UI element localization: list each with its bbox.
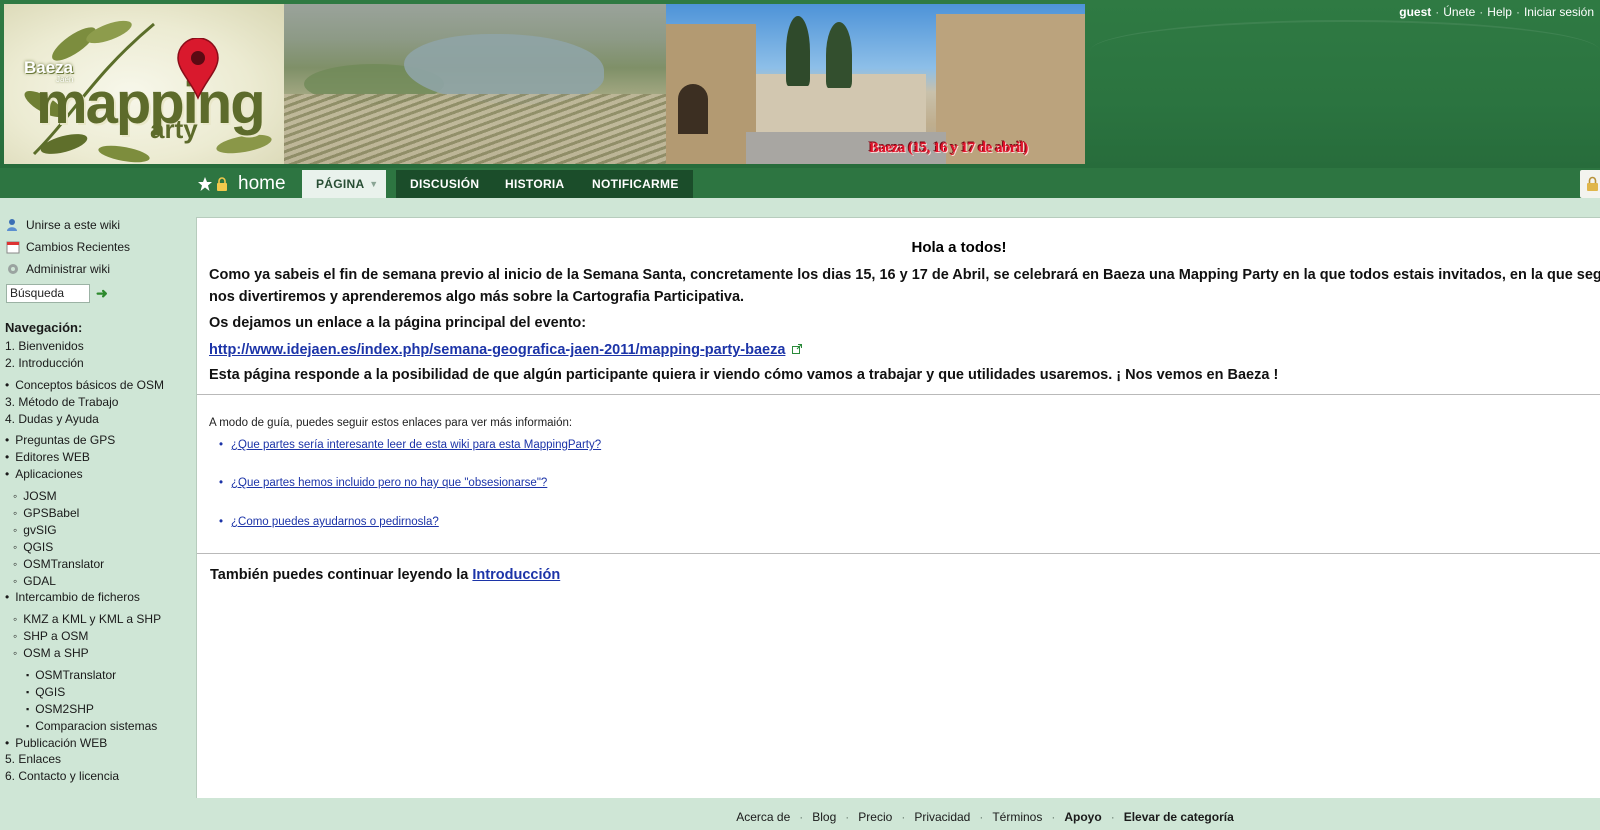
footer-link-elevar[interactable]: Elevar de categoría bbox=[1124, 810, 1234, 824]
banner-caption: Baeza (15, 16 y 17 de abril) bbox=[869, 140, 1028, 156]
nav-item-intercambio[interactable]: Intercambio de ficheros bbox=[0, 589, 192, 606]
calendar-icon bbox=[6, 241, 20, 254]
nav-item-osm-shp[interactable]: OSM a SHP bbox=[0, 645, 192, 662]
user-add-icon bbox=[7, 219, 17, 231]
nav-item-bienvenidos[interactable]: 1. Bienvenidos bbox=[0, 338, 192, 355]
footer-link-acerca[interactable]: Acerca de bbox=[736, 810, 790, 824]
tab-pagina-label: PÁGINA bbox=[316, 177, 365, 191]
nav-item-enlaces[interactable]: 5. Enlaces bbox=[0, 751, 192, 768]
nav-item-josm[interactable]: JOSM bbox=[0, 488, 192, 505]
nav-item-kmz-kml[interactable]: KMZ a KML y KML a SHP bbox=[0, 611, 192, 628]
continue-reading: También puedes continuar leyendo la Intr… bbox=[210, 567, 560, 583]
nav-list: 1. Bienvenidos 2. Introducción Conceptos… bbox=[0, 338, 192, 785]
nav-item-gvsig[interactable]: gvSIG bbox=[0, 522, 192, 539]
footer-link-blog[interactable]: Blog bbox=[812, 810, 836, 824]
nav-item-conceptos[interactable]: Conceptos básicos de OSM bbox=[0, 377, 192, 394]
nav-item-preguntas-gps[interactable]: Preguntas de GPS bbox=[0, 432, 192, 449]
continue-reading-text: También puedes continuar leyendo la bbox=[210, 567, 473, 583]
tab-historia[interactable]: HISTORIA bbox=[491, 170, 579, 198]
divider bbox=[197, 394, 1600, 395]
lagoon-photo bbox=[284, 4, 666, 164]
page-title: Hola a todos! bbox=[911, 239, 1007, 256]
chevron-down-icon: ▼ bbox=[369, 179, 379, 189]
nav-item-contacto[interactable]: 6. Contacto y licencia bbox=[0, 768, 192, 785]
admin-wiki-label: Administrar wiki bbox=[26, 262, 111, 276]
nav-item-gdal[interactable]: GDAL bbox=[0, 573, 192, 590]
tab-pagina[interactable]: PÁGINA ▼ bbox=[302, 170, 387, 198]
help-link[interactable]: Help bbox=[1487, 5, 1512, 19]
map-pin-icon bbox=[177, 38, 219, 100]
padlock-icon bbox=[1587, 176, 1598, 191]
footer-link-terminos[interactable]: Términos bbox=[992, 810, 1042, 824]
nav-item-metodo[interactable]: 3. Método de Trabajo bbox=[0, 394, 192, 411]
nav-item-comparacion[interactable]: Comparacion sistemas bbox=[0, 718, 192, 735]
nav-heading: Navegación: bbox=[5, 320, 83, 335]
search-row: ➜ bbox=[0, 282, 192, 304]
nav-item-qgis[interactable]: QGIS bbox=[0, 539, 192, 556]
divider bbox=[197, 553, 1600, 554]
tab-notificarme[interactable]: NOTIFICARME bbox=[578, 170, 693, 198]
search-go-arrow-icon[interactable]: ➜ bbox=[96, 285, 108, 302]
nav-item-osmtranslator[interactable]: OSMTranslator bbox=[0, 556, 192, 573]
star-icon[interactable] bbox=[198, 177, 212, 191]
tab-discusion[interactable]: DISCUSIÓN bbox=[396, 170, 494, 198]
nav-item-gpsbabel[interactable]: GPSBabel bbox=[0, 505, 192, 522]
nav-item-osm2shp[interactable]: OSM2SHP bbox=[0, 701, 192, 718]
guide-intro: A modo de guía, puedes seguir estos enla… bbox=[209, 417, 573, 429]
site-header: Baeza Jaén mapping arty Baeza (15, 16 y … bbox=[0, 0, 1600, 168]
join-link[interactable]: Únete bbox=[1443, 5, 1475, 19]
logo-party-text: arty bbox=[150, 114, 198, 144]
footer: Acerca de · Blog · Precio · Privacidad · Término… bbox=[736, 810, 1234, 824]
nav-item-publicacion-web[interactable]: Publicación WEB bbox=[0, 735, 192, 752]
sidebar: Unirse a este wiki Cambios Recientes Adm… bbox=[0, 214, 192, 785]
nav-item-editores-web[interactable]: Editores WEB bbox=[0, 449, 192, 466]
intro-paragraph-line1: Como ya sabeis el fin de semana previo a… bbox=[209, 267, 1600, 283]
event-link[interactable]: http://www.idejaen.es/index.php/semana-g… bbox=[209, 342, 785, 358]
page-content: Hola a todos! Como ya sabeis el fin de s… bbox=[196, 217, 1600, 798]
join-wiki-link[interactable]: Unirse a este wiki bbox=[0, 214, 192, 236]
gear-icon bbox=[8, 264, 18, 274]
header-banner[interactable]: Baeza Jaén mapping arty Baeza (15, 16 y … bbox=[4, 4, 1085, 164]
user-links: guest · Únete · Help · Iniciar sesión bbox=[1399, 5, 1594, 19]
guide-link-obsesionarse[interactable]: ¿Que partes hemos incluido pero no hay q… bbox=[219, 477, 547, 489]
site-home[interactable]: home bbox=[198, 173, 286, 195]
signin-link[interactable]: Iniciar sesión bbox=[1524, 5, 1594, 19]
recent-changes-link[interactable]: Cambios Recientes bbox=[0, 236, 192, 258]
footer-link-apoyo[interactable]: Apoyo bbox=[1064, 810, 1101, 824]
purpose-paragraph: Esta página responde a la posibilidad de… bbox=[209, 367, 1279, 383]
nav-item-osmtranslator-2[interactable]: OSMTranslator bbox=[0, 667, 192, 684]
admin-wiki-link[interactable]: Administrar wiki bbox=[0, 258, 192, 280]
nav-item-shp-osm[interactable]: SHP a OSM bbox=[0, 628, 192, 645]
event-link-intro: Os dejamos un enlace a la página princip… bbox=[209, 315, 587, 331]
nav-item-qgis-2[interactable]: QGIS bbox=[0, 684, 192, 701]
recent-changes-label: Cambios Recientes bbox=[26, 240, 131, 254]
home-link[interactable]: home bbox=[238, 173, 286, 195]
footer-link-privacidad[interactable]: Privacidad bbox=[914, 810, 970, 824]
join-wiki-label: Unirse a este wiki bbox=[26, 218, 121, 232]
introduccion-link[interactable]: Introducción bbox=[472, 567, 560, 583]
nav-item-introduccion[interactable]: 2. Introducción bbox=[0, 355, 192, 372]
page-toolbar: home PÁGINA ▼ DISCUSIÓN HISTORIA NOTIFICA… bbox=[0, 168, 1600, 198]
footer-link-precio[interactable]: Precio bbox=[858, 810, 892, 824]
intro-paragraph-line2: nos divertiremos y aprenderemos algo más… bbox=[209, 289, 745, 305]
page-lock-tab[interactable] bbox=[1580, 170, 1600, 198]
guide-link-interesting[interactable]: ¿Que partes sería interesante leer de es… bbox=[219, 439, 601, 451]
guide-link-ayudarnos[interactable]: ¿Como puedes ayudarnos o pedirnosla? bbox=[219, 516, 439, 528]
mapping-party-logo: Baeza Jaén mapping arty bbox=[4, 4, 284, 164]
external-link-icon bbox=[792, 344, 802, 354]
lock-icon bbox=[217, 177, 227, 191]
nav-item-aplicaciones[interactable]: Aplicaciones bbox=[0, 466, 192, 483]
search-input[interactable] bbox=[6, 283, 90, 303]
nav-item-dudas[interactable]: 4. Dudas y Ayuda bbox=[0, 411, 192, 428]
guest-label: guest bbox=[1399, 5, 1432, 19]
